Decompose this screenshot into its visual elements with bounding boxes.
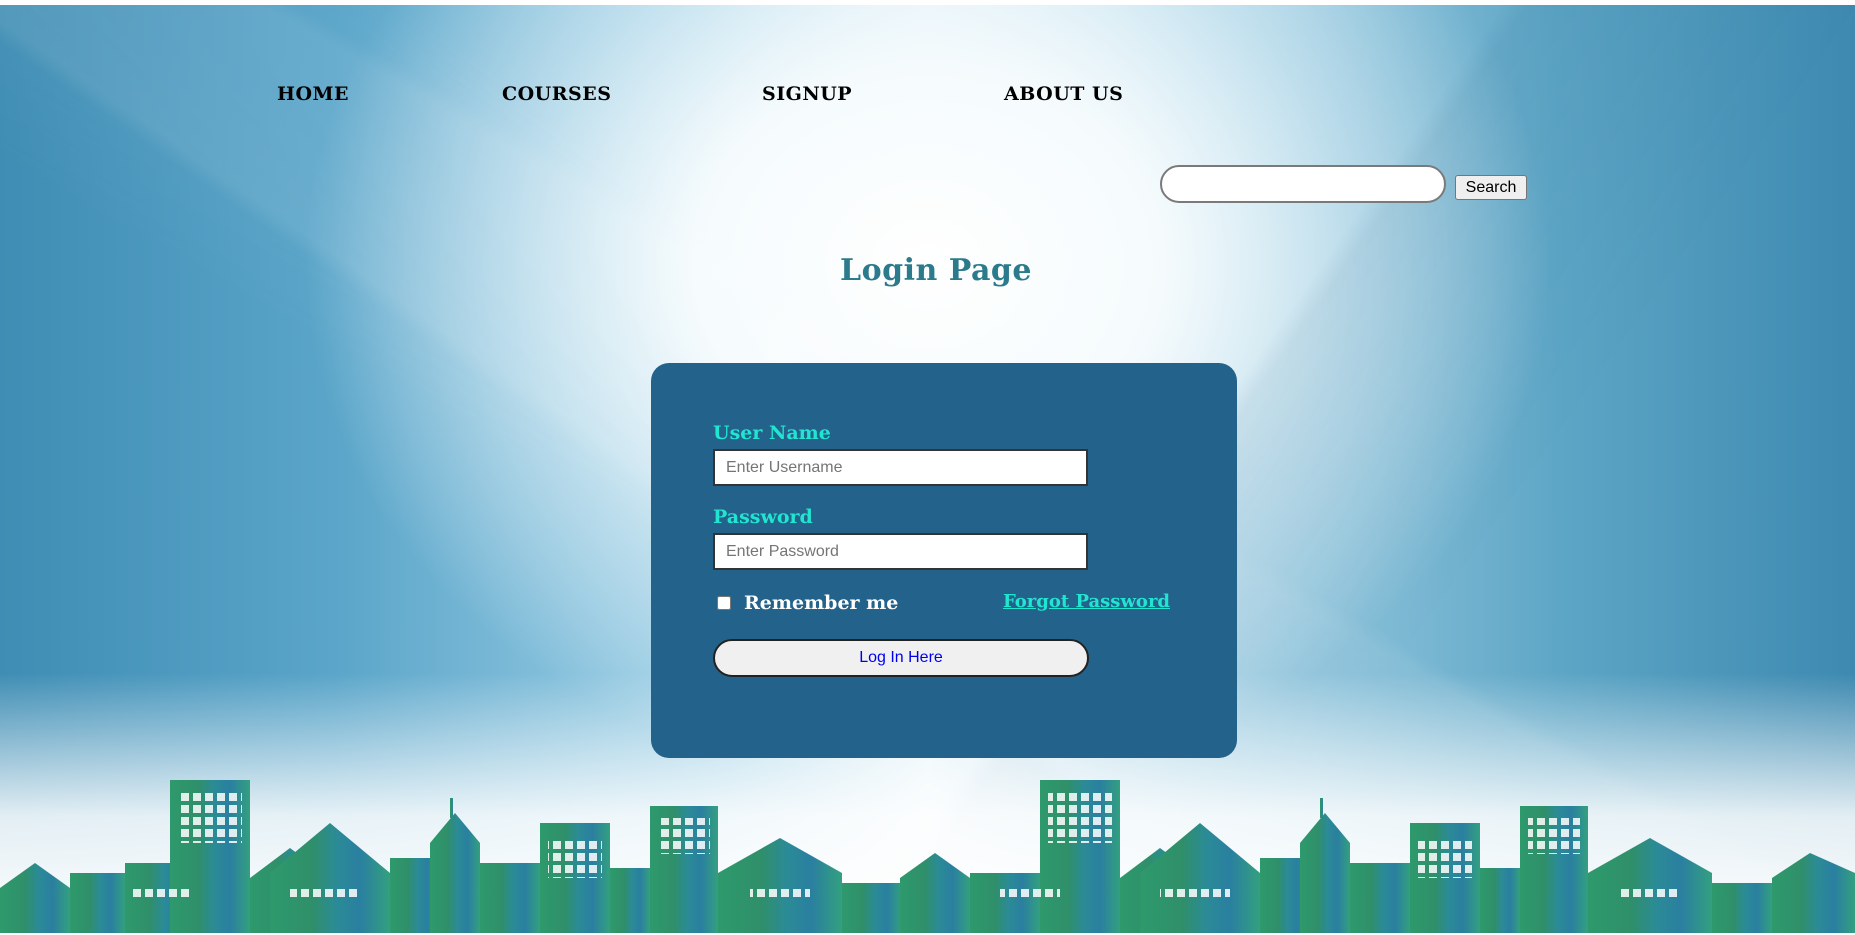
page-title: Login Page (840, 253, 1032, 288)
nav-home-link[interactable]: HOME (277, 83, 349, 105)
remember-me-label: Remember me (744, 592, 899, 614)
login-submit-button[interactable]: Log In Here (713, 639, 1089, 677)
password-input[interactable] (713, 533, 1088, 570)
page-background: HOME COURSES SIGNUP ABOUT US Search Logi… (0, 5, 1855, 933)
password-label: Password (713, 506, 813, 528)
username-input[interactable] (713, 449, 1088, 486)
remember-me-checkbox[interactable] (717, 596, 731, 610)
search-input[interactable] (1160, 165, 1446, 203)
login-form: User Name Password Remember me Forgot Pa… (651, 363, 1237, 758)
forgot-password-link[interactable]: Forgot Password (1003, 591, 1170, 612)
nav-about-us-link[interactable]: ABOUT US (1004, 83, 1123, 105)
nav-signup-link[interactable]: SIGNUP (762, 83, 852, 105)
nav-courses-link[interactable]: COURSES (502, 83, 611, 105)
username-label: User Name (713, 422, 831, 444)
search-button[interactable]: Search (1455, 175, 1527, 200)
city-skyline-illustration (0, 780, 1855, 933)
